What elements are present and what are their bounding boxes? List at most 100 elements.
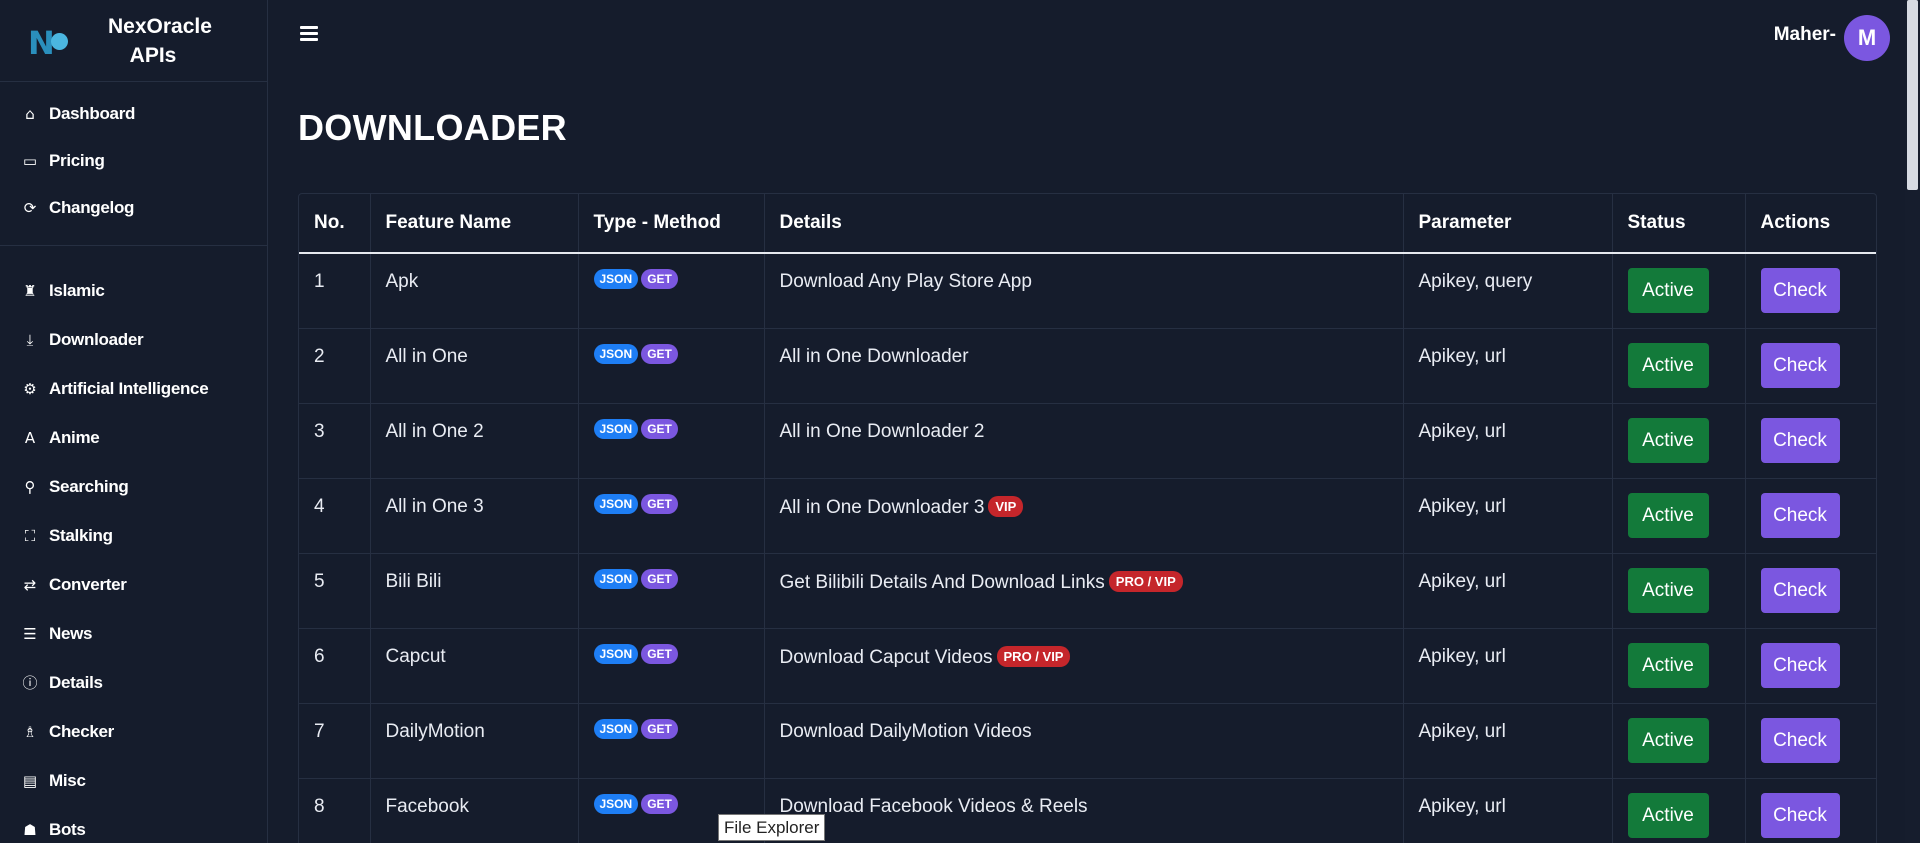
feature-name: DailyMotion bbox=[370, 703, 579, 779]
sidebar-item-misc[interactable]: ▤ Misc bbox=[0, 756, 267, 805]
parameter-cell: Apikey, url bbox=[1403, 628, 1613, 704]
sidebar-item-searching[interactable]: ⚲ Searching bbox=[0, 462, 267, 511]
get-badge: GET bbox=[641, 343, 678, 364]
sidebar-item-details[interactable]: ⓘ Details bbox=[0, 658, 267, 707]
status-cell: Active bbox=[1612, 628, 1746, 704]
details-cell: Download Any Play Store App bbox=[764, 253, 1404, 329]
status-active-button[interactable]: Active bbox=[1627, 642, 1709, 688]
parameter-cell: Apikey, url bbox=[1403, 778, 1613, 843]
details-cell: All in One Downloader 2 bbox=[764, 403, 1404, 479]
sidebar-item-stalking[interactable]: ⛶ Stalking bbox=[0, 511, 267, 560]
credit-card-icon: ▭ bbox=[22, 151, 38, 170]
get-badge: GET bbox=[641, 269, 678, 289]
status-active-button[interactable]: Active bbox=[1627, 567, 1709, 613]
status-cell: Active bbox=[1612, 553, 1746, 629]
sidebar-item-label: Islamic bbox=[49, 280, 105, 300]
status-active-button[interactable]: Active bbox=[1627, 792, 1709, 838]
brand-logo-dot bbox=[51, 32, 68, 50]
actions-cell: Check bbox=[1745, 403, 1876, 479]
brand-logo: N bbox=[28, 20, 70, 62]
sidebar-item-label: Stalking bbox=[49, 525, 113, 545]
actions-cell: Check bbox=[1745, 703, 1876, 779]
brand[interactable]: N NexOracle APIs bbox=[0, 0, 267, 82]
parameter-cell: Apikey, url bbox=[1403, 403, 1613, 479]
status-active-button[interactable]: Active bbox=[1627, 717, 1709, 763]
sidebar-item-label: Details bbox=[49, 672, 103, 692]
column-header-parameter: Parameter bbox=[1403, 194, 1613, 254]
details-text: All in One Downloader bbox=[779, 345, 969, 367]
status-cell: Active bbox=[1612, 328, 1746, 404]
status-active-button[interactable]: Active bbox=[1627, 492, 1709, 538]
menu-toggle-icon[interactable] bbox=[300, 26, 318, 42]
sidebar-item-label: Downloader bbox=[49, 329, 144, 349]
sidebar-item-artificial-intelligence[interactable]: ⚙ Artificial Intelligence bbox=[0, 364, 267, 413]
table-header-row: No. Feature Name Type - Method Details P… bbox=[299, 194, 1876, 254]
brand-logo-letter: N bbox=[28, 23, 55, 62]
page-scrollbar[interactable] bbox=[1905, 0, 1920, 843]
get-badge: GET bbox=[641, 793, 678, 814]
feature-name: Facebook bbox=[370, 778, 579, 843]
plan-badge: PRO / VIP bbox=[1108, 570, 1183, 592]
get-badge: GET bbox=[641, 418, 678, 439]
status-active-button[interactable]: Active bbox=[1627, 268, 1709, 313]
check-button[interactable]: Check bbox=[1760, 717, 1840, 763]
sidebar-item-news[interactable]: ☰ News bbox=[0, 609, 267, 658]
sidebar-item-converter[interactable]: ⇄ Converter bbox=[0, 560, 267, 609]
sidebar-item-downloader[interactable]: ⤓ Downloader bbox=[0, 315, 267, 364]
actions-cell: Check bbox=[1745, 328, 1876, 404]
json-badge: JSON bbox=[593, 568, 639, 589]
info-icon: ⓘ bbox=[22, 674, 38, 692]
brand-name: NexOracle APIs bbox=[108, 14, 212, 67]
sidebar-item-anime[interactable]: A Anime bbox=[0, 413, 267, 462]
json-badge: JSON bbox=[593, 718, 639, 739]
sidebar-item-checker[interactable]: ♗ Checker bbox=[0, 707, 267, 756]
details-cell: All in One Downloader bbox=[764, 328, 1404, 404]
sidebar-item-label: Pricing bbox=[49, 150, 105, 170]
sidebar-item-changelog[interactable]: ⟳ Changelog bbox=[0, 184, 267, 231]
actions-cell: Check bbox=[1745, 478, 1876, 554]
exchange-icon: ⇄ bbox=[23, 575, 37, 594]
sidebar-item-bots[interactable]: ☗ Bots bbox=[0, 805, 267, 843]
row-number: 7 bbox=[299, 703, 371, 779]
table-row: 3 All in One 2 JSON GET All in One Downloade… bbox=[299, 403, 1876, 479]
check-button[interactable]: Check bbox=[1760, 792, 1840, 838]
check-button[interactable]: Check bbox=[1760, 417, 1840, 463]
sidebar-item-label: News bbox=[49, 623, 93, 643]
checker-icon: ♗ bbox=[23, 722, 37, 741]
check-button[interactable]: Check bbox=[1760, 567, 1840, 613]
feature-name: All in One bbox=[370, 328, 579, 404]
status-active-button[interactable]: Active bbox=[1627, 417, 1709, 463]
table-row: 5 Bili Bili JSON GET Get Bilibili Details An… bbox=[299, 553, 1876, 629]
sidebar-item-pricing[interactable]: ▭ Pricing bbox=[0, 137, 267, 184]
type-method-cell: JSON GET bbox=[578, 253, 765, 329]
avatar[interactable]: M bbox=[1844, 15, 1890, 61]
details-cell: Download Facebook Videos & Reels bbox=[764, 778, 1404, 843]
check-button[interactable]: Check bbox=[1760, 642, 1840, 688]
table-row: 2 All in One JSON GET All in One Downloader A… bbox=[299, 328, 1876, 404]
status-cell: Active bbox=[1612, 478, 1746, 554]
check-button[interactable]: Check bbox=[1760, 342, 1840, 388]
home-icon: ⌂ bbox=[25, 104, 35, 123]
check-button[interactable]: Check bbox=[1760, 492, 1840, 538]
primary-nav: ⌂ Dashboard ▭ Pricing ⟳ Changelog bbox=[0, 82, 267, 246]
status-active-button[interactable]: Active bbox=[1627, 342, 1709, 388]
status-cell: Active bbox=[1612, 403, 1746, 479]
table-row: 1 Apk JSON GET Download Any Play Store App Ap… bbox=[299, 253, 1876, 329]
parameter-cell: Apikey, query bbox=[1403, 253, 1613, 329]
details-text: Download Capcut Videos bbox=[779, 646, 993, 668]
row-number: 5 bbox=[299, 553, 371, 629]
details-cell: All in One Downloader 3 VIP bbox=[764, 478, 1404, 554]
details-text: Download DailyMotion Videos bbox=[779, 720, 1032, 742]
json-badge: JSON bbox=[593, 269, 639, 289]
check-button[interactable]: Check bbox=[1760, 268, 1840, 313]
json-badge: JSON bbox=[593, 343, 639, 364]
anime-icon: A bbox=[24, 428, 36, 447]
scrollbar-thumb[interactable] bbox=[1907, 0, 1918, 190]
sidebar-item-dashboard[interactable]: ⌂ Dashboard bbox=[0, 90, 267, 137]
sidebar-item-label: Changelog bbox=[49, 197, 135, 217]
sidebar-item-islamic[interactable]: ♜ Islamic bbox=[0, 266, 267, 315]
type-method-cell: JSON GET bbox=[578, 553, 765, 629]
sidebar-item-label: Bots bbox=[49, 819, 86, 839]
sync-icon: ⟳ bbox=[23, 198, 37, 217]
user-name[interactable]: Maher- bbox=[1774, 24, 1836, 46]
